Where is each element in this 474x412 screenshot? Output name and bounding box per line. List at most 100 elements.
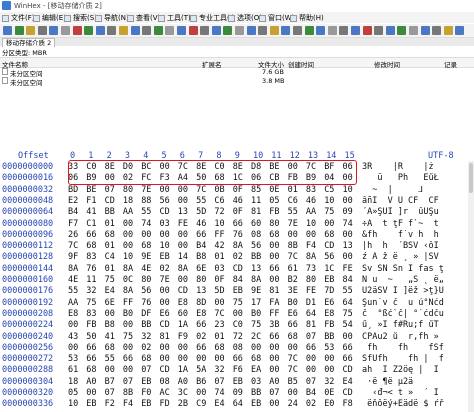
hex-text-column[interactable]: &fh f˙v h h bbox=[362, 230, 474, 240]
hex-byte[interactable]: F0 bbox=[141, 388, 151, 398]
hex-byte[interactable]: F3 bbox=[160, 173, 170, 183]
hex-byte[interactable]: 8A bbox=[123, 286, 133, 296]
hex-byte[interactable]: 66 bbox=[306, 343, 316, 353]
hex-byte[interactable]: 00 bbox=[178, 185, 188, 195]
hex-byte[interactable]: 68 bbox=[251, 354, 261, 364]
hex-byte[interactable]: 10 bbox=[123, 252, 133, 262]
hex-byte[interactable]: 02 bbox=[160, 264, 170, 274]
hex-text-column[interactable]: ü Ph ËűŁ bbox=[362, 173, 474, 183]
hex-byte[interactable]: A0 bbox=[178, 377, 188, 387]
toolbar-button-icon[interactable] bbox=[304, 26, 314, 35]
hex-byte[interactable]: B6 bbox=[196, 377, 206, 387]
hex-byte[interactable]: 01 bbox=[105, 219, 115, 229]
hex-byte[interactable]: EB bbox=[141, 399, 151, 409]
hex-byte[interactable]: 00 bbox=[288, 388, 298, 398]
hex-byte[interactable]: C1 bbox=[86, 219, 96, 229]
hex-byte[interactable]: 13 bbox=[251, 264, 261, 274]
hex-byte[interactable]: CD bbox=[178, 286, 188, 296]
hex-byte[interactable]: 8E bbox=[233, 162, 243, 172]
hex-byte[interactable]: 00 bbox=[160, 286, 170, 296]
hex-text-column[interactable]: fh fh fSf bbox=[362, 343, 474, 353]
hex-text-column[interactable]: ‹đ¬< t » ´ Í bbox=[362, 388, 474, 398]
hex-byte[interactable]: 00 bbox=[343, 230, 353, 240]
hex-byte[interactable]: 00 bbox=[269, 343, 279, 353]
hex-byte[interactable]: 9E bbox=[251, 286, 261, 296]
hex-byte[interactable]: FD bbox=[160, 399, 170, 409]
hex-byte[interactable]: 50 bbox=[196, 173, 206, 183]
hex-byte[interactable]: 1A bbox=[178, 320, 188, 330]
toolbar-button-icon[interactable] bbox=[409, 26, 418, 35]
hex-byte[interactable]: 81 bbox=[306, 320, 316, 330]
hex-byte[interactable]: FE bbox=[306, 286, 316, 296]
hex-byte[interactable]: E4 bbox=[214, 399, 224, 409]
toolbar-button-icon[interactable] bbox=[200, 26, 210, 35]
toolbar-button-icon[interactable] bbox=[130, 26, 140, 35]
hex-byte[interactable]: 00 bbox=[160, 185, 170, 195]
hex-byte[interactable]: 4E bbox=[141, 264, 151, 274]
toolbar-button-icon[interactable] bbox=[258, 26, 268, 35]
hex-byte[interactable]: 02 bbox=[306, 399, 316, 409]
hex-byte[interactable]: 55 bbox=[343, 286, 353, 296]
toolbar-button-icon[interactable] bbox=[211, 26, 221, 35]
hex-byte[interactable]: EB bbox=[233, 286, 243, 296]
toolbar-button-icon[interactable] bbox=[37, 26, 47, 35]
hex-byte[interactable]: 66 bbox=[269, 332, 279, 342]
hex-byte[interactable]: BB bbox=[141, 320, 151, 330]
hex-text-column[interactable]: ~ | ⅃ bbox=[362, 185, 474, 195]
hex-byte[interactable]: 75 bbox=[86, 298, 96, 308]
toolbar-button-icon[interactable] bbox=[49, 26, 59, 35]
hex-byte[interactable]: F1 bbox=[86, 196, 96, 206]
hex-row[interactable]: 0000000080 F7 C1 01 00 74 03 FE 46 10 66 60 80 7E 10 00… bbox=[0, 219, 474, 229]
hex-byte[interactable]: 61 bbox=[68, 365, 78, 375]
hex-row[interactable]: 0000000112 7C 68 01 00 68 10 00 B4 42 8A 56 00 8B F4 CD… bbox=[0, 241, 474, 251]
hex-byte[interactable]: C6 bbox=[288, 196, 298, 206]
menu-file[interactable]: 文件(F) bbox=[2, 13, 35, 23]
hex-byte[interactable]: 7C bbox=[178, 162, 188, 172]
hex-byte[interactable]: 7C bbox=[68, 241, 78, 251]
hex-byte[interactable]: 06 bbox=[251, 173, 261, 183]
hex-byte[interactable]: B0 bbox=[123, 309, 133, 319]
hex-row[interactable]: 0000000320 05 00 07 8B F0 AC 3C 00 74 09 BB 07 00 B4 0E… bbox=[0, 388, 474, 398]
hex-byte[interactable]: FA bbox=[269, 298, 279, 308]
hex-byte[interactable]: 66 bbox=[233, 354, 243, 364]
hex-byte[interactable]: C0 bbox=[214, 162, 224, 172]
hex-byte[interactable]: E8 bbox=[196, 309, 206, 319]
hex-byte[interactable]: 01 bbox=[214, 332, 224, 342]
hex-byte[interactable]: F4 bbox=[123, 399, 133, 409]
hex-byte[interactable]: 64 bbox=[306, 309, 316, 319]
hex-byte[interactable]: 55 bbox=[288, 207, 298, 217]
toolbar-button-icon[interactable] bbox=[432, 26, 442, 35]
hex-byte[interactable]: BB bbox=[324, 332, 334, 342]
hex-byte[interactable]: 66 bbox=[86, 343, 96, 353]
hex-byte[interactable]: F7 bbox=[68, 219, 78, 229]
hex-byte[interactable]: B4 bbox=[68, 207, 78, 217]
toolbar-button-icon[interactable] bbox=[177, 26, 186, 35]
hex-byte[interactable]: 00 bbox=[123, 230, 133, 240]
hex-byte[interactable]: FE bbox=[343, 264, 353, 274]
hex-byte[interactable]: EB bbox=[233, 377, 243, 387]
hex-byte[interactable]: 7C bbox=[288, 252, 298, 262]
hex-byte[interactable]: 08 bbox=[160, 377, 170, 387]
hex-byte[interactable]: 01 bbox=[105, 264, 115, 274]
hex-byte[interactable]: 9E bbox=[141, 252, 151, 262]
hex-byte[interactable]: 00 bbox=[178, 343, 188, 353]
hex-text-column[interactable]: ah Í Z2öę | Í bbox=[362, 365, 474, 375]
hex-byte[interactable]: FB bbox=[324, 320, 334, 330]
hex-byte[interactable]: 43 bbox=[68, 332, 78, 342]
hex-byte[interactable]: 83 bbox=[306, 185, 316, 195]
hex-byte[interactable]: 00 bbox=[324, 354, 334, 364]
hex-byte[interactable]: 13 bbox=[196, 286, 206, 296]
hex-byte[interactable]: 00 bbox=[123, 219, 133, 229]
hex-byte[interactable]: 0F bbox=[233, 185, 243, 195]
hex-byte[interactable]: 10 bbox=[324, 196, 334, 206]
hex-byte[interactable]: 64 bbox=[343, 298, 353, 308]
hex-byte[interactable]: 02 bbox=[123, 173, 133, 183]
hex-byte[interactable]: 42 bbox=[214, 241, 224, 251]
toolbar-button-icon[interactable] bbox=[235, 26, 244, 35]
hex-byte[interactable]: 55 bbox=[68, 286, 78, 296]
hex-byte[interactable]: E4 bbox=[105, 286, 115, 296]
hex-byte[interactable]: 55 bbox=[141, 207, 151, 217]
hex-byte[interactable]: 84 bbox=[343, 275, 353, 285]
toolbar-button-icon[interactable] bbox=[142, 26, 152, 35]
hex-byte[interactable]: BB bbox=[105, 207, 115, 217]
